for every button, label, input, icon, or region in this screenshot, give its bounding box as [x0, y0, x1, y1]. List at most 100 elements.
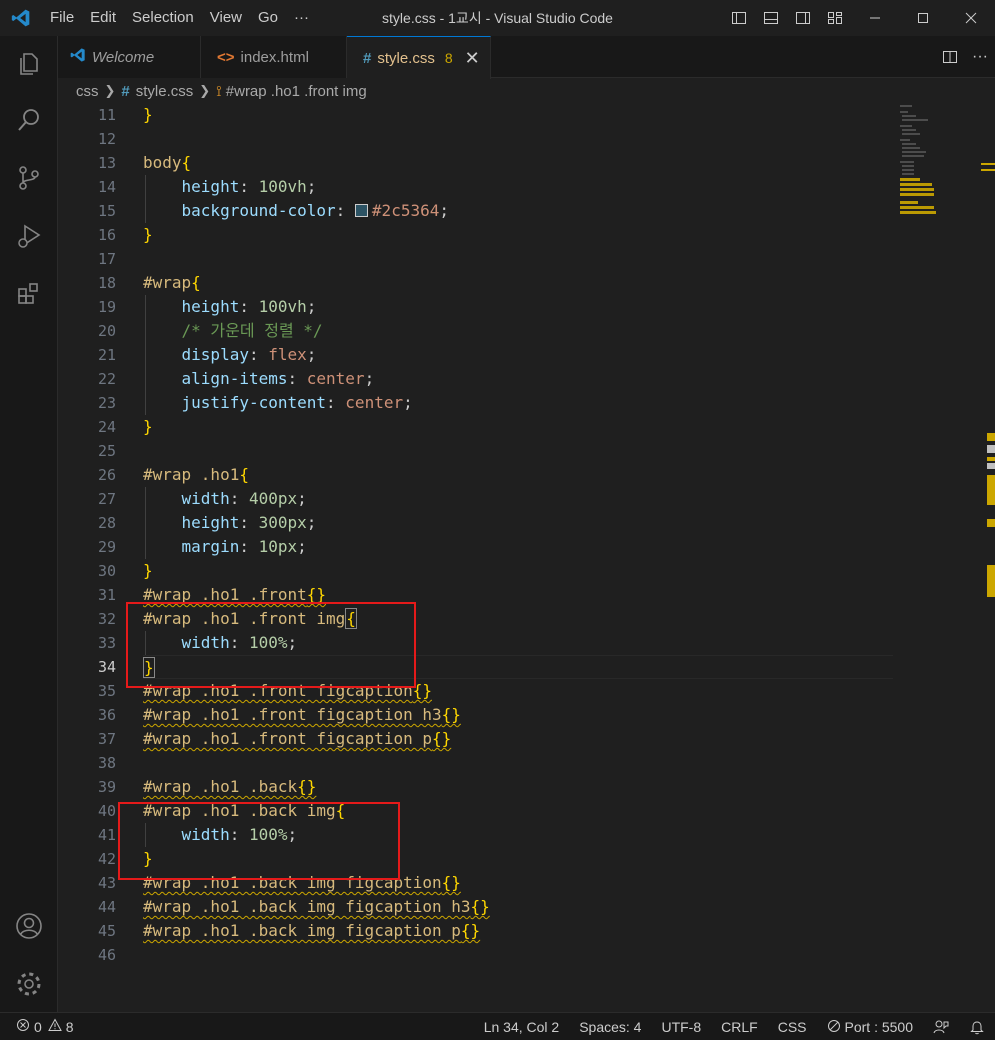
- menu-edit[interactable]: Edit: [82, 0, 124, 36]
- extensions-icon[interactable]: [0, 266, 58, 322]
- code-line: margin: 10px;: [143, 535, 893, 559]
- html-icon: <>: [217, 48, 235, 66]
- property: margin: [181, 537, 240, 556]
- vscode-logo-icon: [70, 47, 86, 67]
- selector: #wrap .ho1: [143, 465, 240, 484]
- menu-go[interactable]: Go: [250, 0, 286, 36]
- code-line: #wrap .ho1 .back img figcaption h3{}: [143, 897, 490, 916]
- line-number: 13: [97, 154, 116, 172]
- value: 300px: [258, 513, 307, 532]
- code-line: }: [143, 225, 153, 244]
- code-line: display: flex;: [143, 343, 893, 367]
- value: 400px: [248, 489, 298, 508]
- search-icon[interactable]: [0, 92, 58, 148]
- tab-label: Welcome: [92, 48, 155, 66]
- menu-view[interactable]: View: [202, 0, 250, 36]
- line-number: 14: [97, 178, 116, 196]
- code-line: justify-content: center;: [143, 391, 893, 415]
- end-of-line[interactable]: CRLF: [711, 1013, 768, 1040]
- property: height: [181, 513, 240, 532]
- close-tab-icon[interactable]: ✕: [465, 48, 480, 69]
- error-icon: [16, 1018, 30, 1035]
- run-debug-icon[interactable]: [0, 208, 58, 264]
- line-number: 16: [97, 226, 116, 244]
- explorer-icon[interactable]: [0, 36, 58, 92]
- activity-bar: [0, 36, 58, 1012]
- toggle-panel-icon[interactable]: [755, 0, 787, 36]
- tab-index-html[interactable]: <> index.html: [201, 36, 347, 78]
- code-line: #wrap .ho1 .back img figcaption p{}: [143, 921, 481, 940]
- code-editor[interactable]: 11 12 13 14 15 16 17 18 19 20 21 22 23 2…: [58, 103, 995, 1012]
- line-number: 36: [97, 706, 116, 724]
- line-number: 30: [97, 562, 116, 580]
- notifications-bell-icon[interactable]: [959, 1013, 995, 1040]
- property: justify-content: [181, 393, 327, 412]
- line-number: 11: [97, 106, 116, 124]
- tab-welcome[interactable]: Welcome: [58, 36, 201, 78]
- cursor-position[interactable]: Ln 34, Col 2: [474, 1013, 570, 1040]
- line-number: 37: [97, 730, 116, 748]
- tab-label: style.css: [377, 49, 435, 67]
- indentation[interactable]: Spaces: 4: [569, 1013, 651, 1040]
- maximize-icon[interactable]: [899, 0, 947, 36]
- brace: }: [143, 105, 153, 124]
- selector: #wrap .ho1 .front figcaption h3: [143, 705, 442, 724]
- account-icon[interactable]: [0, 898, 58, 954]
- code-line: /* 가운데 정렬 */: [143, 319, 893, 343]
- minimap[interactable]: [898, 103, 978, 243]
- line-number: 42: [97, 850, 116, 868]
- problems-indicator[interactable]: 0 8: [0, 1018, 74, 1035]
- split-editor-icon[interactable]: [935, 36, 965, 78]
- vscode-logo-icon[interactable]: [0, 0, 42, 36]
- line-number: 35: [97, 682, 116, 700]
- line-number: 41: [97, 826, 116, 844]
- warning-count: 8: [65, 1018, 74, 1035]
- code-line: background-color: #2c5364;: [143, 199, 893, 223]
- live-server-port[interactable]: Port : 5500: [817, 1013, 924, 1040]
- tab-style-css[interactable]: # style.css 8 ✕: [347, 36, 491, 79]
- line-number: 45: [97, 922, 116, 940]
- selector: #wrap: [143, 273, 192, 292]
- breadcrumb-file[interactable]: style.css: [136, 83, 194, 100]
- line-number: 15: [97, 202, 116, 220]
- menu-selection[interactable]: Selection: [124, 0, 202, 36]
- minimize-icon[interactable]: [851, 0, 899, 36]
- language-mode[interactable]: CSS: [768, 1013, 817, 1040]
- more-actions-icon[interactable]: ···: [965, 36, 995, 78]
- close-window-icon[interactable]: [947, 0, 995, 36]
- annotation-box-front-img: [126, 602, 416, 688]
- line-number: 25: [97, 442, 116, 460]
- breadcrumb-symbol[interactable]: #wrap .ho1 .front img: [226, 83, 367, 100]
- css-hash-icon: #: [363, 49, 372, 67]
- line-number: 18: [97, 274, 116, 292]
- vertical-scrollbar[interactable]: [981, 103, 995, 1012]
- accounts-feedback-icon[interactable]: [923, 1013, 959, 1040]
- menu-more[interactable]: ···: [286, 0, 317, 36]
- line-number: 40: [97, 802, 116, 820]
- settings-gear-icon[interactable]: [0, 956, 58, 1012]
- line-number: 23: [97, 394, 116, 412]
- property: background-color: [181, 201, 336, 220]
- menu-file[interactable]: File: [42, 0, 82, 36]
- breadcrumb: css ❯ # style.css ❯ ⟟ #wrap .ho1 .front …: [58, 79, 995, 103]
- line-number: 17: [97, 250, 116, 268]
- code-line: }: [143, 561, 153, 580]
- color-swatch[interactable]: [354, 204, 368, 217]
- encoding[interactable]: UTF-8: [651, 1013, 711, 1040]
- comment: /* 가운데 정렬 */: [181, 321, 323, 340]
- source-control-icon[interactable]: [0, 150, 58, 206]
- line-number: 33: [97, 634, 116, 652]
- breadcrumb-folder[interactable]: css: [76, 83, 99, 100]
- error-count: 0: [34, 1018, 42, 1035]
- editor-tab-bar: Welcome <> index.html # style.css 8 ✕ ··…: [58, 36, 995, 79]
- line-number: 19: [97, 298, 116, 316]
- toggle-secondary-sidebar-icon[interactable]: [787, 0, 819, 36]
- customize-layout-icon[interactable]: [819, 0, 851, 36]
- code-line: }: [143, 103, 893, 127]
- value: center: [345, 393, 404, 412]
- code-line: align-items: center;: [143, 367, 893, 391]
- toggle-primary-sidebar-icon[interactable]: [723, 0, 755, 36]
